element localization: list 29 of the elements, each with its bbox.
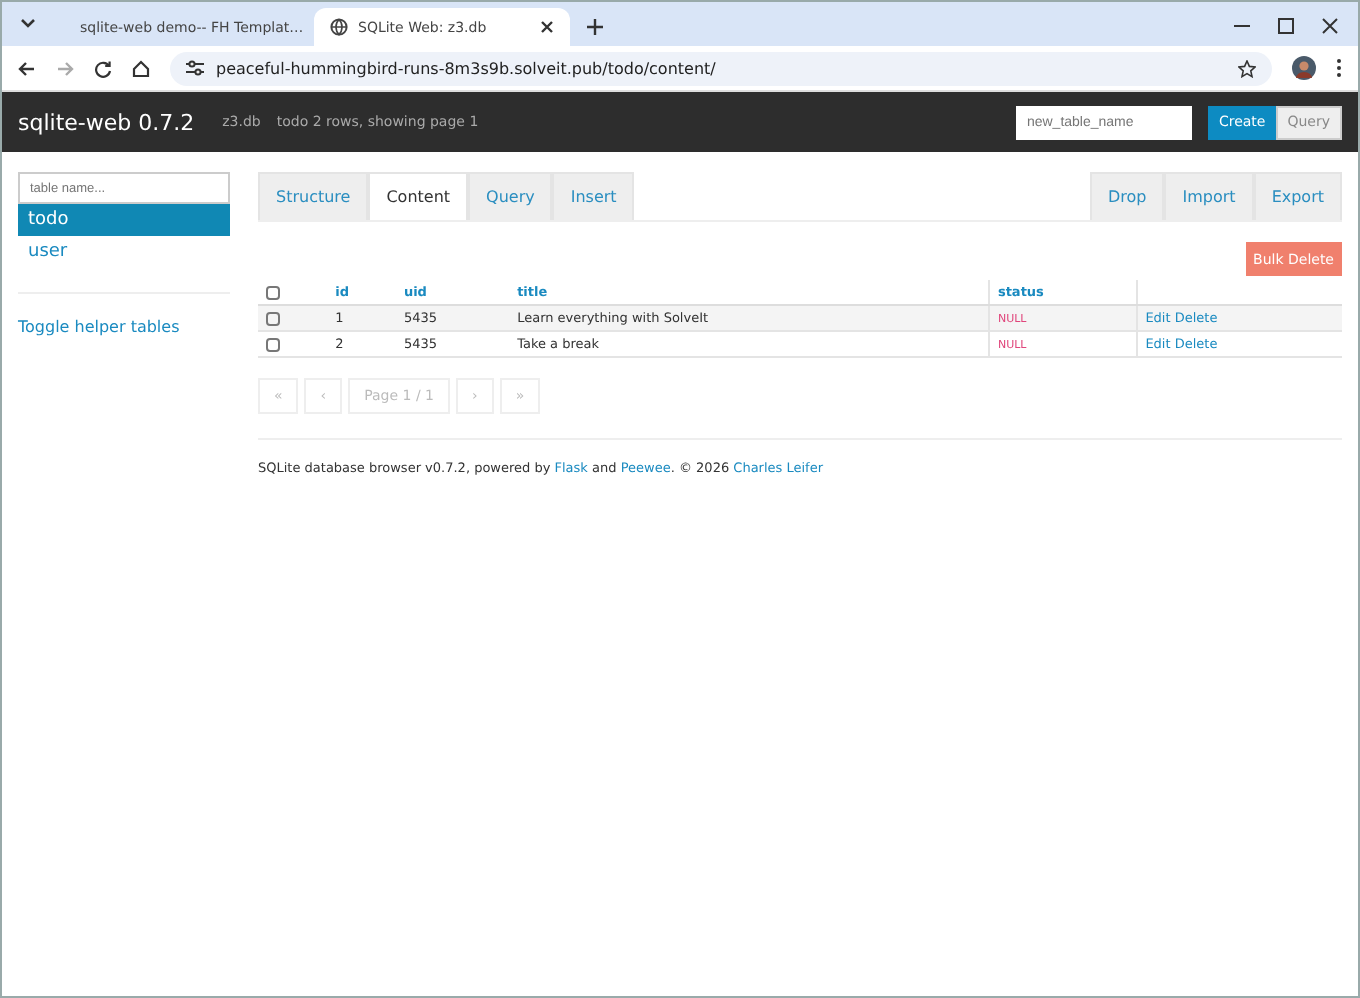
action-tab[interactable]: Import	[1164, 172, 1254, 220]
row-checkbox[interactable]	[266, 311, 280, 326]
avatar-icon[interactable]	[1292, 56, 1316, 80]
select-all-checkbox[interactable]	[266, 285, 280, 300]
reload-icon[interactable]	[94, 59, 112, 77]
new-tab-icon[interactable]	[586, 18, 604, 36]
app-brand[interactable]: sqlite-web 0.7.2	[18, 109, 195, 135]
back-icon[interactable]	[18, 59, 36, 77]
star-icon[interactable]	[1238, 59, 1256, 77]
close-icon[interactable]	[540, 20, 554, 34]
address-bar[interactable]: peaceful-hummingbird-runs-8m3s9b.solveit.pub/todo/content/	[170, 51, 1272, 85]
content-tab[interactable]: Query	[468, 172, 553, 220]
url-text: peaceful-hummingbird-runs-8m3s9b.solveit.pub/todo/content/	[216, 59, 718, 77]
table-link[interactable]: user	[18, 236, 230, 268]
home-icon[interactable]	[132, 59, 150, 77]
row-checkbox[interactable]	[266, 337, 280, 352]
content-tab[interactable]: Content	[368, 172, 469, 220]
action-tab[interactable]: Export	[1253, 172, 1342, 220]
site-settings-icon[interactable]	[186, 60, 204, 76]
globe-icon	[330, 18, 348, 36]
tab-list-icon[interactable]	[20, 18, 36, 30]
more-icon[interactable]	[1336, 58, 1342, 78]
action-tab[interactable]: Drop	[1090, 172, 1165, 220]
content-tab[interactable]: Insert	[552, 172, 635, 220]
content-tab[interactable]: Structure	[258, 172, 369, 220]
toggle-helper-link[interactable]: Toggle helper tables	[18, 318, 230, 336]
maximize-icon[interactable]	[1278, 18, 1294, 34]
close-icon[interactable]	[1322, 18, 1338, 34]
table-link[interactable]: todo	[18, 204, 230, 236]
